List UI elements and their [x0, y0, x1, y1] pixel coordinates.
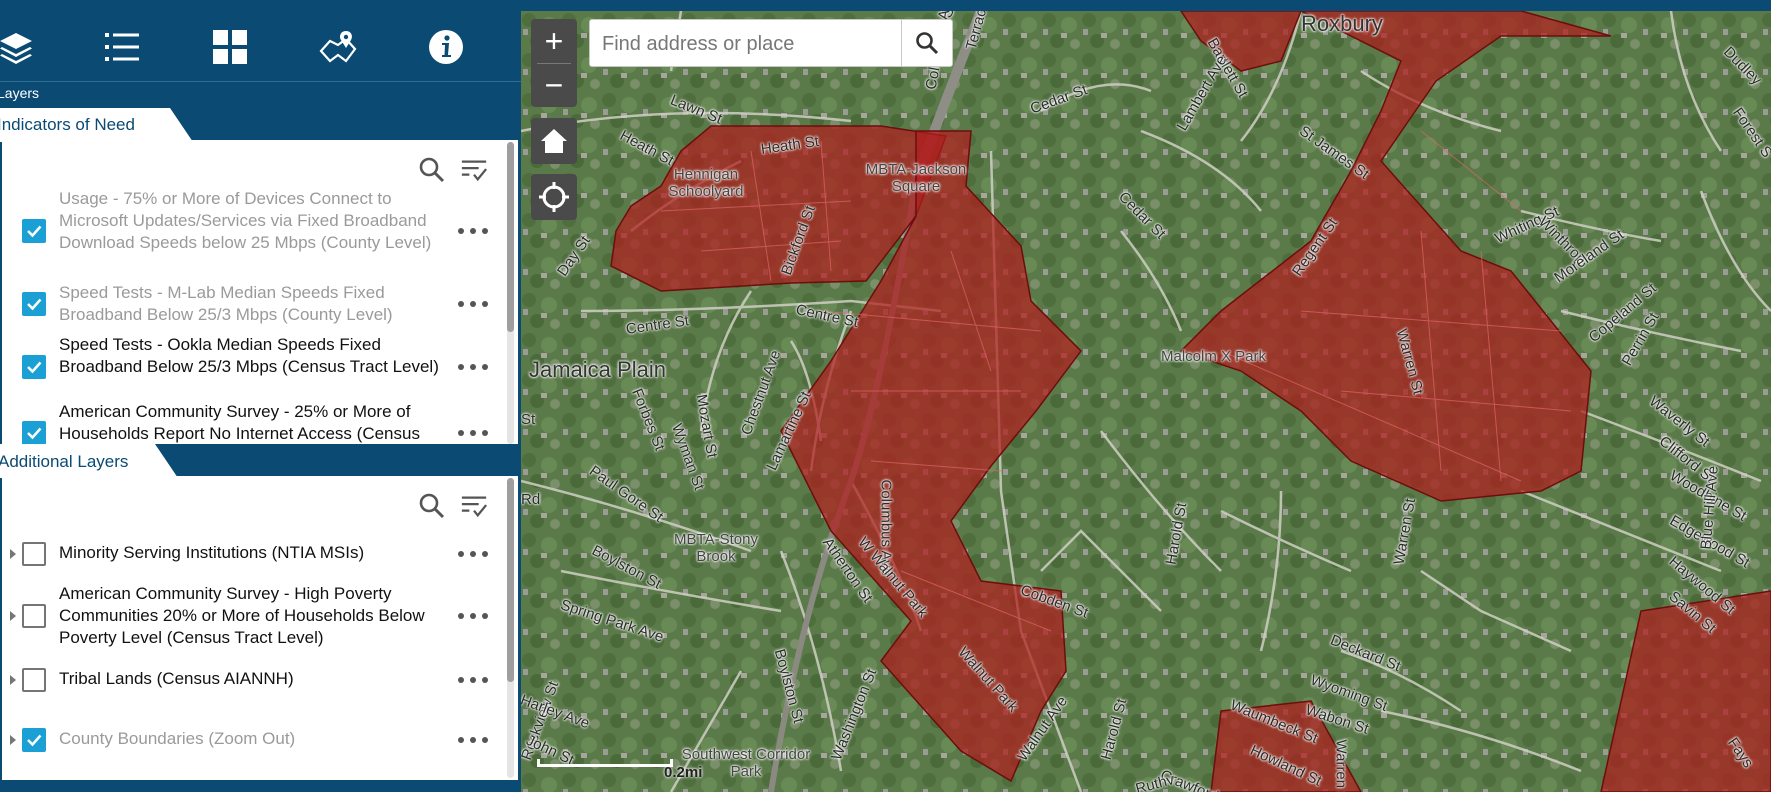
section-body-additional: Minority Serving Institutions (NTIA MSIs…	[2, 476, 518, 780]
layer-options-button[interactable]	[458, 422, 488, 444]
zoom-in-button[interactable]: +	[531, 19, 577, 63]
layer-checkbox[interactable]	[22, 668, 46, 692]
section-body-indicators: Usage - 75% or More of Devices Connect t…	[2, 140, 518, 444]
expand-arrow-icon[interactable]	[10, 735, 16, 745]
map-view[interactable]: Roxbury Jamaica Plain Hennigan Schoolyar…	[521, 11, 1771, 792]
scale-bar: 0.2mi	[537, 759, 702, 781]
layer-options-button[interactable]	[458, 293, 488, 315]
about-tab-button[interactable]	[424, 25, 468, 69]
street-label: Warren St	[1332, 739, 1350, 792]
layer-label: Speed Tests - M-Lab Median Speeds Fixed …	[59, 283, 393, 324]
layer-label: American Community Survey - 25% or More …	[59, 402, 420, 443]
layer-label: Usage - 75% or More of Devices Connect t…	[59, 189, 432, 252]
layer-checkbox[interactable]	[22, 604, 46, 628]
expand-arrow-icon[interactable]	[10, 675, 16, 685]
zoom-control: + −	[531, 19, 577, 107]
checkmark-icon	[27, 361, 42, 374]
layer-options-button[interactable]	[458, 729, 488, 751]
checkmark-icon	[27, 734, 42, 747]
layer-checkbox[interactable]	[22, 542, 46, 566]
filter-icon	[461, 160, 488, 182]
search-button[interactable]	[901, 20, 952, 66]
basemap-tab-button[interactable]	[208, 25, 252, 69]
home-icon	[541, 129, 567, 153]
expand-arrow-icon[interactable]	[10, 611, 16, 621]
section-title: Indicators of Need	[0, 115, 135, 134]
layer-label: Tribal Lands (Census AIANNH)	[59, 669, 294, 688]
panel-toolbar	[0, 11, 521, 81]
zoom-out-button[interactable]: −	[531, 63, 577, 107]
info-icon	[429, 30, 463, 64]
layers-icon	[0, 33, 32, 64]
layer-label: Minority Serving Institutions (NTIA MSIs…	[59, 543, 365, 562]
map-label-mbta-jackson: MBTA-Jackson Square	[865, 161, 967, 195]
panel-title-text: Layers	[0, 85, 40, 101]
locate-icon	[539, 182, 569, 212]
scale-bar-label: 0.2mi	[664, 764, 703, 781]
layer-options-button[interactable]	[458, 220, 488, 242]
filter-layers-button[interactable]	[460, 492, 488, 520]
search-icon	[419, 493, 445, 519]
map-label-hennigan: Hennigan Schoolyard	[668, 166, 744, 200]
layers-panel: Layers Indicators of Need Usage - 75% or…	[0, 0, 521, 792]
locate-button[interactable]	[531, 174, 577, 220]
search-icon	[916, 32, 939, 55]
layer-options-button[interactable]	[458, 669, 488, 691]
street-label: St	[521, 411, 536, 428]
map-label-mbta-stony: MBTA-Stony Brook	[674, 531, 758, 565]
expand-arrow-icon[interactable]	[10, 549, 16, 559]
search-icon	[419, 157, 445, 183]
scrollbar[interactable]	[507, 478, 514, 778]
search-layers-button[interactable]	[418, 492, 446, 520]
map-pin-icon	[319, 31, 357, 63]
scrollbar[interactable]	[507, 142, 514, 444]
layer-label: Speed Tests - Ookla Median Speeds Fixed …	[59, 335, 439, 376]
checkmark-icon	[27, 427, 42, 440]
layer-checkbox[interactable]	[22, 355, 46, 379]
section-tools	[418, 156, 488, 184]
section-title: Additional Layers	[0, 452, 129, 471]
filter-layers-button[interactable]	[460, 156, 488, 184]
search-layers-button[interactable]	[418, 156, 446, 184]
layers-tab-button[interactable]	[0, 25, 38, 69]
street-label: Rd	[521, 491, 541, 508]
layer-label: American Community Survey - High Poverty…	[59, 584, 425, 647]
legend-tab-button[interactable]	[100, 25, 144, 69]
scrollbar-thumb[interactable]	[507, 478, 514, 682]
checkmark-icon	[27, 298, 42, 311]
layer-label: County Boundaries (Zoom Out)	[59, 729, 296, 748]
section-tools	[418, 492, 488, 520]
layer-checkbox[interactable]	[22, 292, 46, 316]
layer-options-button[interactable]	[458, 605, 488, 627]
map-label-roxbury: Roxbury	[1301, 11, 1383, 36]
map-label-malcolm-x: Malcolm X Park	[1161, 348, 1267, 365]
grid-icon	[213, 30, 247, 64]
layer-checkbox[interactable]	[22, 728, 46, 752]
layer-checkbox[interactable]	[22, 219, 46, 243]
scrollbar-thumb[interactable]	[507, 142, 514, 332]
scale-bar-line	[537, 759, 673, 767]
layer-checkbox[interactable]	[22, 421, 46, 444]
bookmarks-tab-button[interactable]	[316, 25, 360, 69]
layer-options-button[interactable]	[458, 543, 488, 565]
map-label-jamaica-plain: Jamaica Plain	[529, 357, 666, 382]
layer-options-button[interactable]	[458, 356, 488, 378]
list-icon	[105, 33, 139, 61]
checkmark-icon	[27, 225, 42, 238]
search-input[interactable]	[600, 28, 904, 60]
panel-title: Layers	[0, 81, 521, 107]
search-box	[589, 19, 953, 67]
home-button[interactable]	[531, 118, 577, 164]
filter-icon	[461, 496, 488, 518]
